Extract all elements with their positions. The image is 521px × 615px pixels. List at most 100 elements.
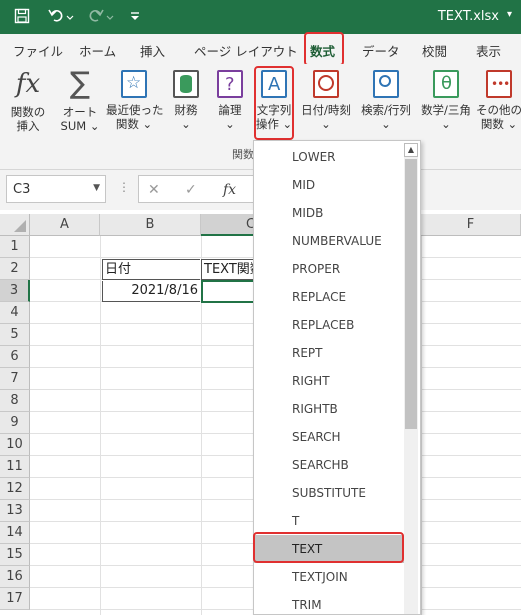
title-bar: TEXT.xlsx ▾ xyxy=(0,0,521,34)
function-item-proper[interactable]: PROPER xyxy=(254,255,404,283)
cancel-icon[interactable]: ✕ xyxy=(148,182,160,198)
lookup-reference-label: 検索/行列 xyxy=(361,103,411,117)
scroll-up-icon[interactable]: ▲ xyxy=(404,143,418,157)
row-header-10[interactable]: 10 xyxy=(0,434,30,456)
selected-cell-c3[interactable] xyxy=(201,280,254,303)
function-item-midb[interactable]: MIDB xyxy=(254,199,404,227)
row-header-15[interactable]: 15 xyxy=(0,544,30,566)
cell-c2[interactable]: TEXT関数 xyxy=(201,259,253,280)
customize-toolbar-icon[interactable] xyxy=(130,8,140,28)
cell-b3[interactable]: 2021/8/16 xyxy=(102,281,200,302)
financial-label: 財務 xyxy=(174,103,198,117)
tab-insert[interactable]: 挿入 xyxy=(140,41,165,60)
row-header-13[interactable]: 13 xyxy=(0,500,30,522)
more-dots-icon: ••• xyxy=(486,70,512,98)
column-gridline xyxy=(421,236,422,615)
row-header-12[interactable]: 12 xyxy=(0,478,30,500)
name-box[interactable]: C3 ▼ xyxy=(6,175,106,203)
insert-function-label: 関数の xyxy=(10,105,46,119)
function-item-mid[interactable]: MID xyxy=(254,171,404,199)
formula-buttons: ✕ ✓ fx xyxy=(138,175,258,203)
column-gridline xyxy=(100,236,101,615)
insert-function-button[interactable]: fx 関数の 挿入 xyxy=(6,68,50,152)
function-item-search[interactable]: SEARCH xyxy=(254,423,404,451)
function-item-rept[interactable]: REPT xyxy=(254,339,404,367)
magnifier-icon xyxy=(373,70,399,98)
formula-bar-grip-icon: ⋮ xyxy=(118,180,130,194)
fx-icon: fx xyxy=(15,69,41,99)
row-header-11[interactable]: 11 xyxy=(0,456,30,478)
function-item-substitute[interactable]: SUBSTITUTE xyxy=(254,479,404,507)
row-header-3[interactable]: 3 xyxy=(0,280,30,302)
row-header-7[interactable]: 7 xyxy=(0,368,30,390)
name-box-value: C3 xyxy=(13,182,31,197)
row-header-4[interactable]: 4 xyxy=(0,302,30,324)
math-trig-label-2: ⌄ xyxy=(441,117,451,131)
function-item-t[interactable]: T xyxy=(254,507,404,535)
row-header-1[interactable]: 1 xyxy=(0,236,30,258)
row-header-9[interactable]: 9 xyxy=(0,412,30,434)
column-header-b[interactable]: B xyxy=(100,214,201,236)
function-item-replaceb[interactable]: REPLACEB xyxy=(254,311,404,339)
row-header-8[interactable]: 8 xyxy=(0,390,30,412)
date-time-label-2: ⌄ xyxy=(321,117,331,131)
lookup-reference-label-2: ⌄ xyxy=(381,117,391,131)
math-trig-label: 数学/三角 xyxy=(421,103,471,117)
function-item-searchb[interactable]: SEARCHB xyxy=(254,451,404,479)
row-header-17[interactable]: 17 xyxy=(0,588,30,610)
math-trig-button[interactable]: θ 数学/三角 ⌄ xyxy=(418,68,474,152)
tab-page-layout[interactable]: ページ レイアウト xyxy=(194,41,298,60)
scroll-thumb[interactable] xyxy=(405,159,417,429)
file-menu-chevron-icon[interactable]: ▾ xyxy=(507,9,512,20)
function-item-lower[interactable]: LOWER xyxy=(254,143,404,171)
function-item-rightb[interactable]: RIGHTB xyxy=(254,395,404,423)
recently-used-button[interactable]: ☆ 最近使った 関数 ⌄ xyxy=(106,68,164,152)
recently-used-label: 最近使った xyxy=(106,103,164,117)
function-item-numbervalue[interactable]: NUMBERVALUE xyxy=(254,227,404,255)
tab-file[interactable]: ファイル xyxy=(13,41,63,60)
star-icon: ☆ xyxy=(121,70,147,98)
row-header-6[interactable]: 6 xyxy=(0,346,30,368)
more-functions-label-2: 関数 ⌄ xyxy=(480,117,518,131)
theta-icon: θ xyxy=(433,70,459,98)
select-all-corner[interactable] xyxy=(0,214,30,236)
undo-icon[interactable] xyxy=(48,8,76,28)
question-icon: ? xyxy=(217,70,243,98)
function-item-replace[interactable]: REPLACE xyxy=(254,283,404,311)
clock-icon xyxy=(313,70,339,98)
dropdown-scrollbar[interactable]: ▲ xyxy=(404,143,418,614)
column-header-f[interactable]: F xyxy=(421,214,521,236)
financial-icon xyxy=(173,70,199,98)
logical-button[interactable]: ? 論理 ⌄ xyxy=(214,68,246,152)
function-item-textjoin[interactable]: TEXTJOIN xyxy=(254,563,404,591)
financial-label-2: ⌄ xyxy=(181,117,191,131)
autosum-button[interactable]: ∑ オート SUM ⌄ xyxy=(58,68,102,152)
insert-function-fx-icon[interactable]: fx xyxy=(223,182,236,198)
autosum-label-2: SUM ⌄ xyxy=(60,119,100,133)
save-icon[interactable] xyxy=(14,8,30,28)
tab-home[interactable]: ホーム xyxy=(79,41,116,60)
autosum-label: オート xyxy=(62,105,98,119)
tab-review[interactable]: 校閲 xyxy=(422,41,447,60)
ribbon-tabs: ファイル ホーム 挿入 ページ レイアウト 数式 データ 校閲 表示 xyxy=(0,34,521,64)
enter-check-icon[interactable]: ✓ xyxy=(185,182,197,198)
cell-b2[interactable]: 日付 xyxy=(102,259,200,280)
financial-button[interactable]: 財務 ⌄ xyxy=(170,68,202,152)
name-box-chevron-icon[interactable]: ▼ xyxy=(93,183,100,193)
file-name: TEXT.xlsx xyxy=(437,9,499,24)
row-header-16[interactable]: 16 xyxy=(0,566,30,588)
row-header-2[interactable]: 2 xyxy=(0,258,30,280)
recently-used-label-2: 関数 ⌄ xyxy=(115,117,153,131)
function-item-trim[interactable]: TRIM xyxy=(254,591,404,614)
formulas-tab-highlight xyxy=(304,32,344,66)
text-item-highlight xyxy=(253,532,404,563)
row-header-14[interactable]: 14 xyxy=(0,522,30,544)
function-item-right[interactable]: RIGHT xyxy=(254,367,404,395)
tab-view[interactable]: 表示 xyxy=(476,41,501,60)
text-functions-highlight xyxy=(254,66,294,140)
redo-icon[interactable] xyxy=(88,8,116,28)
tab-data[interactable]: データ xyxy=(362,41,400,60)
row-header-5[interactable]: 5 xyxy=(0,324,30,346)
more-functions-button[interactable]: ••• その他の 関数 ⌄ xyxy=(476,68,521,152)
column-header-a[interactable]: A xyxy=(30,214,100,236)
